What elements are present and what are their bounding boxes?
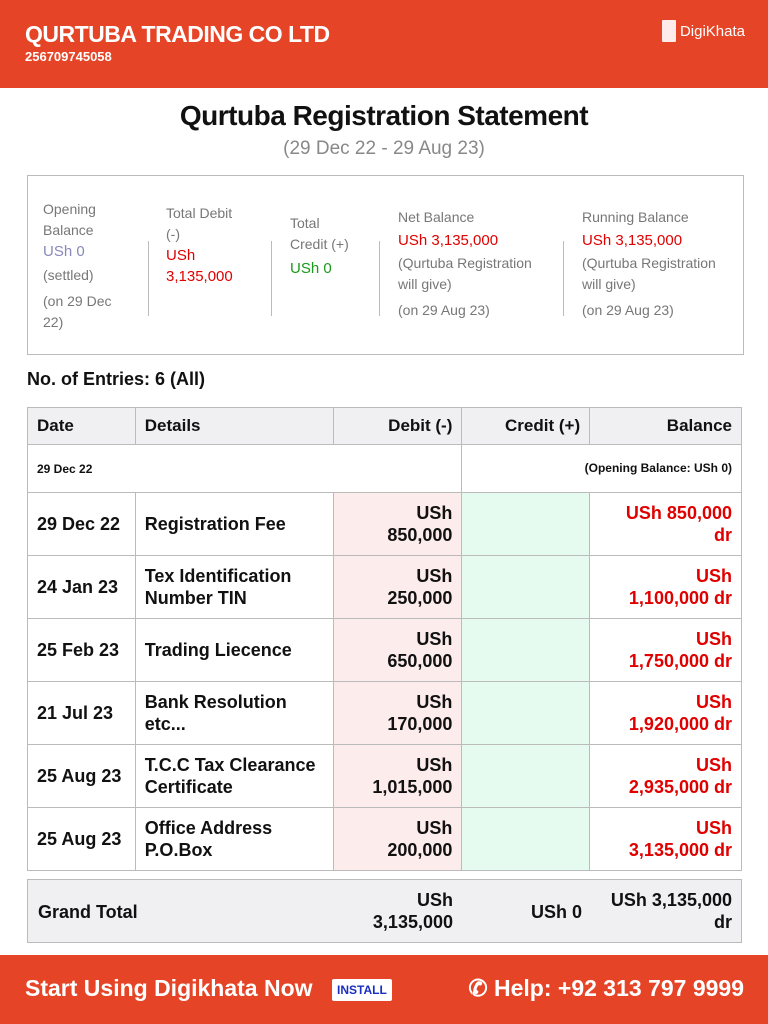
grand-total-credit: USh 0 xyxy=(530,902,582,922)
date: (on 29 Aug 23) xyxy=(582,302,674,318)
table-row: 21 Jul 23 Bank Resolution etc... USh 170,0… xyxy=(27,681,742,745)
value: USh 0 xyxy=(43,243,85,260)
cell-details: T.C.C Tax Clearance Certificate xyxy=(134,744,335,808)
cell-date: 24 Jan 23 xyxy=(27,555,136,619)
cell-date: 25 Aug 23 xyxy=(27,807,136,871)
cell-balance: USh 1,750,000 dr xyxy=(589,618,742,682)
label: Net Balance xyxy=(398,209,475,225)
cell-credit xyxy=(461,807,591,871)
label: Opening Balance xyxy=(43,201,96,238)
value: USh 3,135,000 xyxy=(166,247,233,285)
cell-details: Bank Resolution etc... xyxy=(134,681,335,745)
help-text: Help: +92 313 797 9999 xyxy=(494,975,744,1001)
col-balance: Balance xyxy=(589,407,742,445)
grand-total-debit: USh 3,135,000 xyxy=(372,890,453,932)
value: USh 0 xyxy=(290,260,332,277)
divider xyxy=(563,241,564,316)
cell-credit xyxy=(461,681,591,745)
label: Total Debit (-) xyxy=(166,205,233,242)
table-header: Date Details Debit (-) Credit (+) Balanc… xyxy=(27,407,742,445)
cell-details: Registration Fee xyxy=(134,492,335,556)
col-details: Details xyxy=(134,407,335,445)
cell-debit: USh 1,015,000 xyxy=(333,744,463,808)
total-credit: Total Credit (+) USh 0 xyxy=(290,213,360,279)
cell-debit: USh 200,000 xyxy=(333,807,463,871)
cell-debit: USh 250,000 xyxy=(333,555,463,619)
cell-details: Trading Liecence xyxy=(134,618,335,682)
date-range: (29 Dec 22 - 29 Aug 23) xyxy=(283,138,485,159)
cell-balance: USh 1,920,000 dr xyxy=(589,681,742,745)
digikhata-logo: DigiKhata xyxy=(661,20,745,42)
col-credit: Credit (+) xyxy=(461,407,591,445)
footer: Start Using Digikhata Now INSTALL ✆ Help… xyxy=(0,955,768,1024)
opening-row: 29 Dec 22 (Opening Balance: USh 0) xyxy=(26,444,742,493)
table-row: 24 Jan 23 Tex Identification Number TIN US… xyxy=(27,555,742,619)
divider xyxy=(271,241,272,316)
note: (Qurtuba Registration will give) xyxy=(582,255,716,292)
cell-balance: USh 3,135,000 dr xyxy=(589,807,742,871)
table-row: 25 Aug 23 Office Address P.O.Box USh 200,0… xyxy=(27,807,742,871)
cell-balance: USh 2,935,000 dr xyxy=(589,744,742,808)
note: (settled) xyxy=(43,267,94,283)
entries-table: Date Details Debit (-) Credit (+) Balanc… xyxy=(26,407,742,871)
table-row: 29 Dec 22 Registration Fee USh 850,000 USh … xyxy=(27,492,742,556)
cell-date: 29 Dec 22 xyxy=(27,492,136,556)
cell-date: 25 Feb 23 xyxy=(27,618,136,682)
cell-balance: USh 1,100,000 dr xyxy=(589,555,742,619)
company-name: QURTUBA TRADING CO LTD xyxy=(25,21,330,47)
cell-credit xyxy=(461,618,591,682)
opening-balance: Opening Balance USh 0 (settled) (on 29 D… xyxy=(43,199,123,333)
cell-details: Tex Identification Number TIN xyxy=(134,555,335,619)
ledger-icon xyxy=(661,20,676,42)
note: (Qurtuba Registration will give) xyxy=(398,255,532,292)
date: (on 29 Dec 22) xyxy=(43,293,112,330)
cell-details: Office Address P.O.Box xyxy=(134,807,335,871)
cell-balance: USh 850,000 dr xyxy=(589,492,742,556)
opening-balance: (Opening Balance: USh 0) xyxy=(461,444,742,493)
col-date: Date xyxy=(27,407,136,445)
value: USh 3,135,000 xyxy=(398,232,499,249)
cell-date: 21 Jul 23 xyxy=(27,681,136,745)
net-balance: Net Balance USh 3,135,000 (Qurtuba Regis… xyxy=(398,207,548,321)
entries-count: No. of Entries: 6 (All) xyxy=(27,369,206,389)
label: Running Balance xyxy=(582,209,689,225)
cell-date: 25 Aug 23 xyxy=(27,744,136,808)
cell-debit: USh 170,000 xyxy=(333,681,463,745)
install-button[interactable]: INSTALL xyxy=(332,979,392,1001)
help-line[interactable]: ✆ Help: +92 313 797 9999 xyxy=(468,975,744,1002)
date: (on 29 Aug 23) xyxy=(398,302,490,318)
statement-title: Qurtuba Registration Statement xyxy=(179,100,589,131)
cell-debit: USh 650,000 xyxy=(333,618,463,682)
grand-total-label: Grand Total xyxy=(38,902,138,922)
cta-text: Start Using Digikhata Now xyxy=(25,975,313,1001)
cell-debit: USh 850,000 xyxy=(333,492,463,556)
summary-box: Opening Balance USh 0 (settled) (on 29 D… xyxy=(27,175,744,355)
col-debit: Debit (-) xyxy=(333,407,463,445)
company-phone: 256709745058 xyxy=(25,49,112,64)
label: Total Credit (+) xyxy=(290,215,349,252)
table-row: 25 Aug 23 T.C.C Tax Clearance Certificate… xyxy=(27,744,742,808)
divider xyxy=(148,241,149,316)
cell-credit xyxy=(461,555,591,619)
opening-date: 29 Dec 22 xyxy=(26,444,463,493)
running-balance: Running Balance USh 3,135,000 (Qurtuba R… xyxy=(582,207,732,321)
table-row: 25 Feb 23 Trading Liecence USh 650,000 USh … xyxy=(27,618,742,682)
grand-total-balance: USh 3,135,000 dr xyxy=(610,890,732,932)
header: QURTUBA TRADING CO LTD 256709745058 Digi… xyxy=(0,0,768,88)
cell-credit xyxy=(461,492,591,556)
value: USh 3,135,000 xyxy=(582,232,683,249)
grand-total-row: Grand Total USh 3,135,000 USh 0 USh 3,13… xyxy=(27,879,742,943)
cell-credit xyxy=(461,744,591,808)
phone-icon: ✆ xyxy=(468,975,494,1001)
divider xyxy=(379,241,380,316)
total-debit: Total Debit (-) USh 3,135,000 xyxy=(166,203,246,287)
brand-name: DigiKhata xyxy=(679,22,745,40)
